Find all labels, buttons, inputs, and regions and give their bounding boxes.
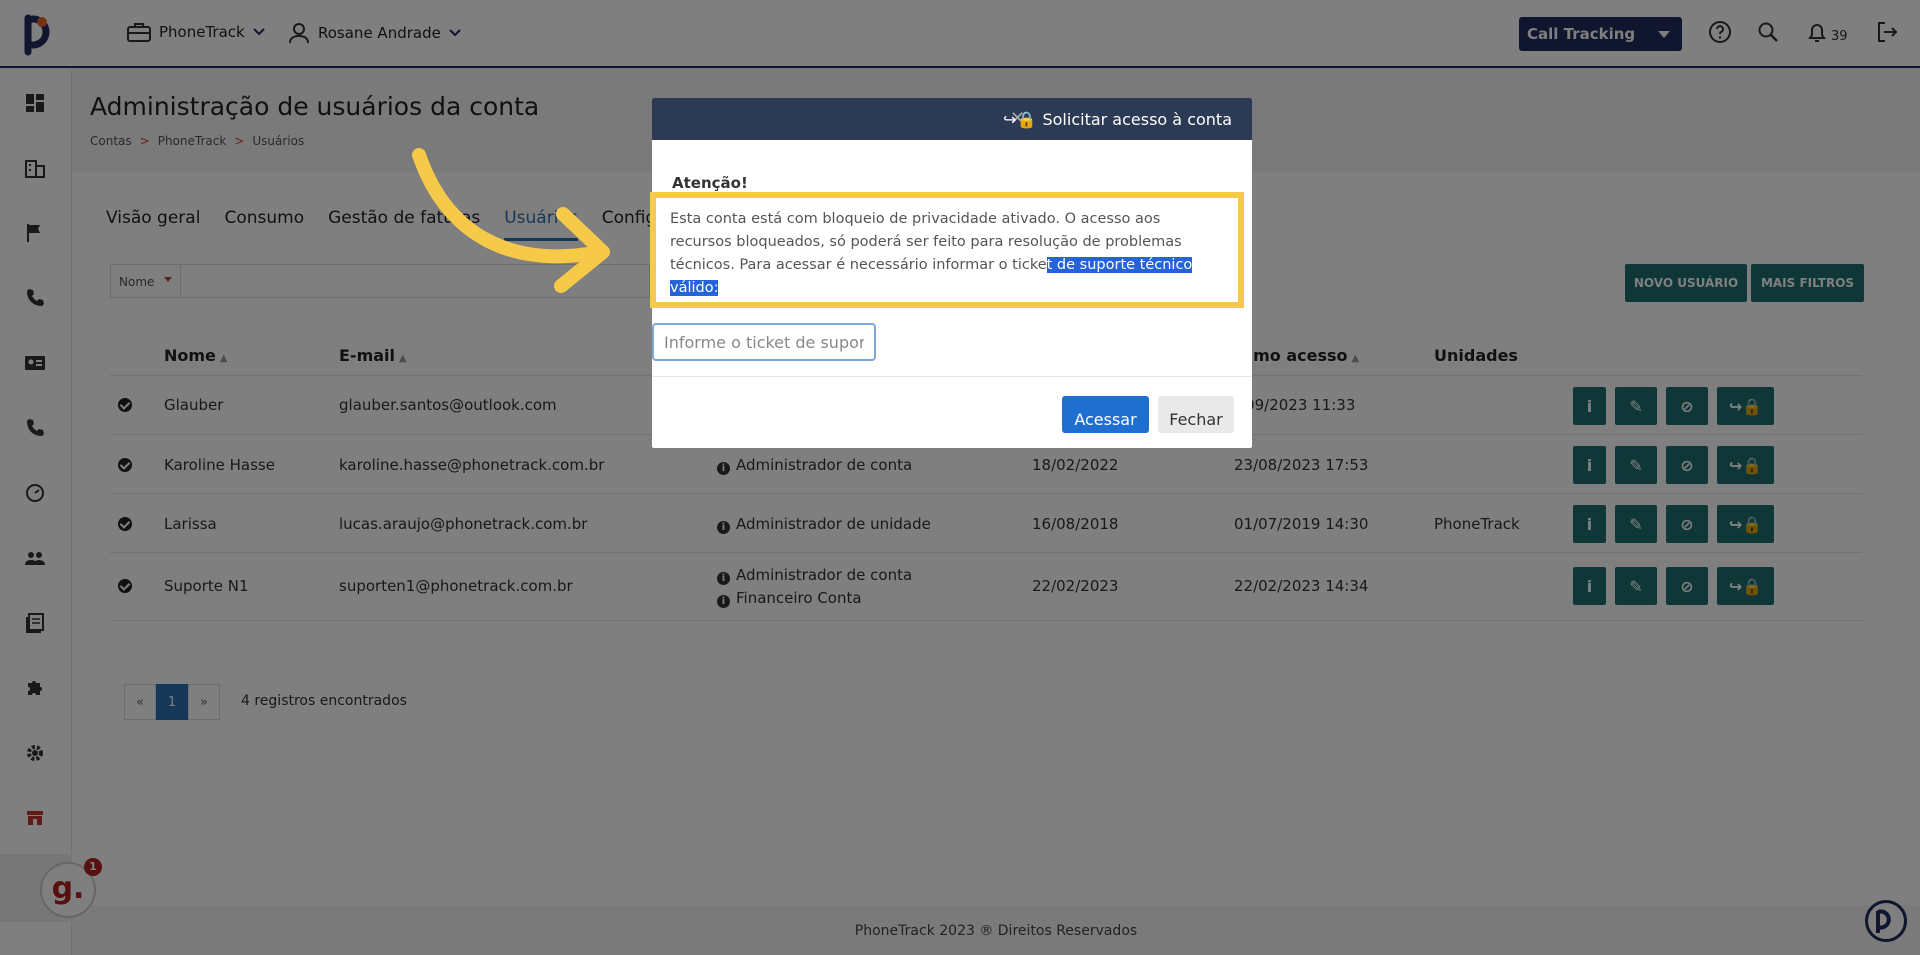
- modal-attention-label: Atenção!: [672, 174, 748, 192]
- modal-header: ✕ ↪🔒 Solicitar acesso à conta: [652, 98, 1252, 140]
- share-lock-icon: ↪🔒: [1003, 110, 1037, 129]
- modal-title: ↪🔒 Solicitar acesso à conta: [1003, 110, 1232, 129]
- privacy-warning-text: Esta conta está com bloqueio de privacid…: [650, 192, 1244, 308]
- modal-title-text: Solicitar acesso à conta: [1042, 110, 1232, 129]
- ticket-input[interactable]: [652, 323, 876, 361]
- close-button[interactable]: Fechar: [1158, 396, 1234, 433]
- arrow-annotation-icon: [412, 148, 610, 293]
- modal-divider: [652, 376, 1252, 377]
- access-button[interactable]: Acessar: [1062, 396, 1149, 433]
